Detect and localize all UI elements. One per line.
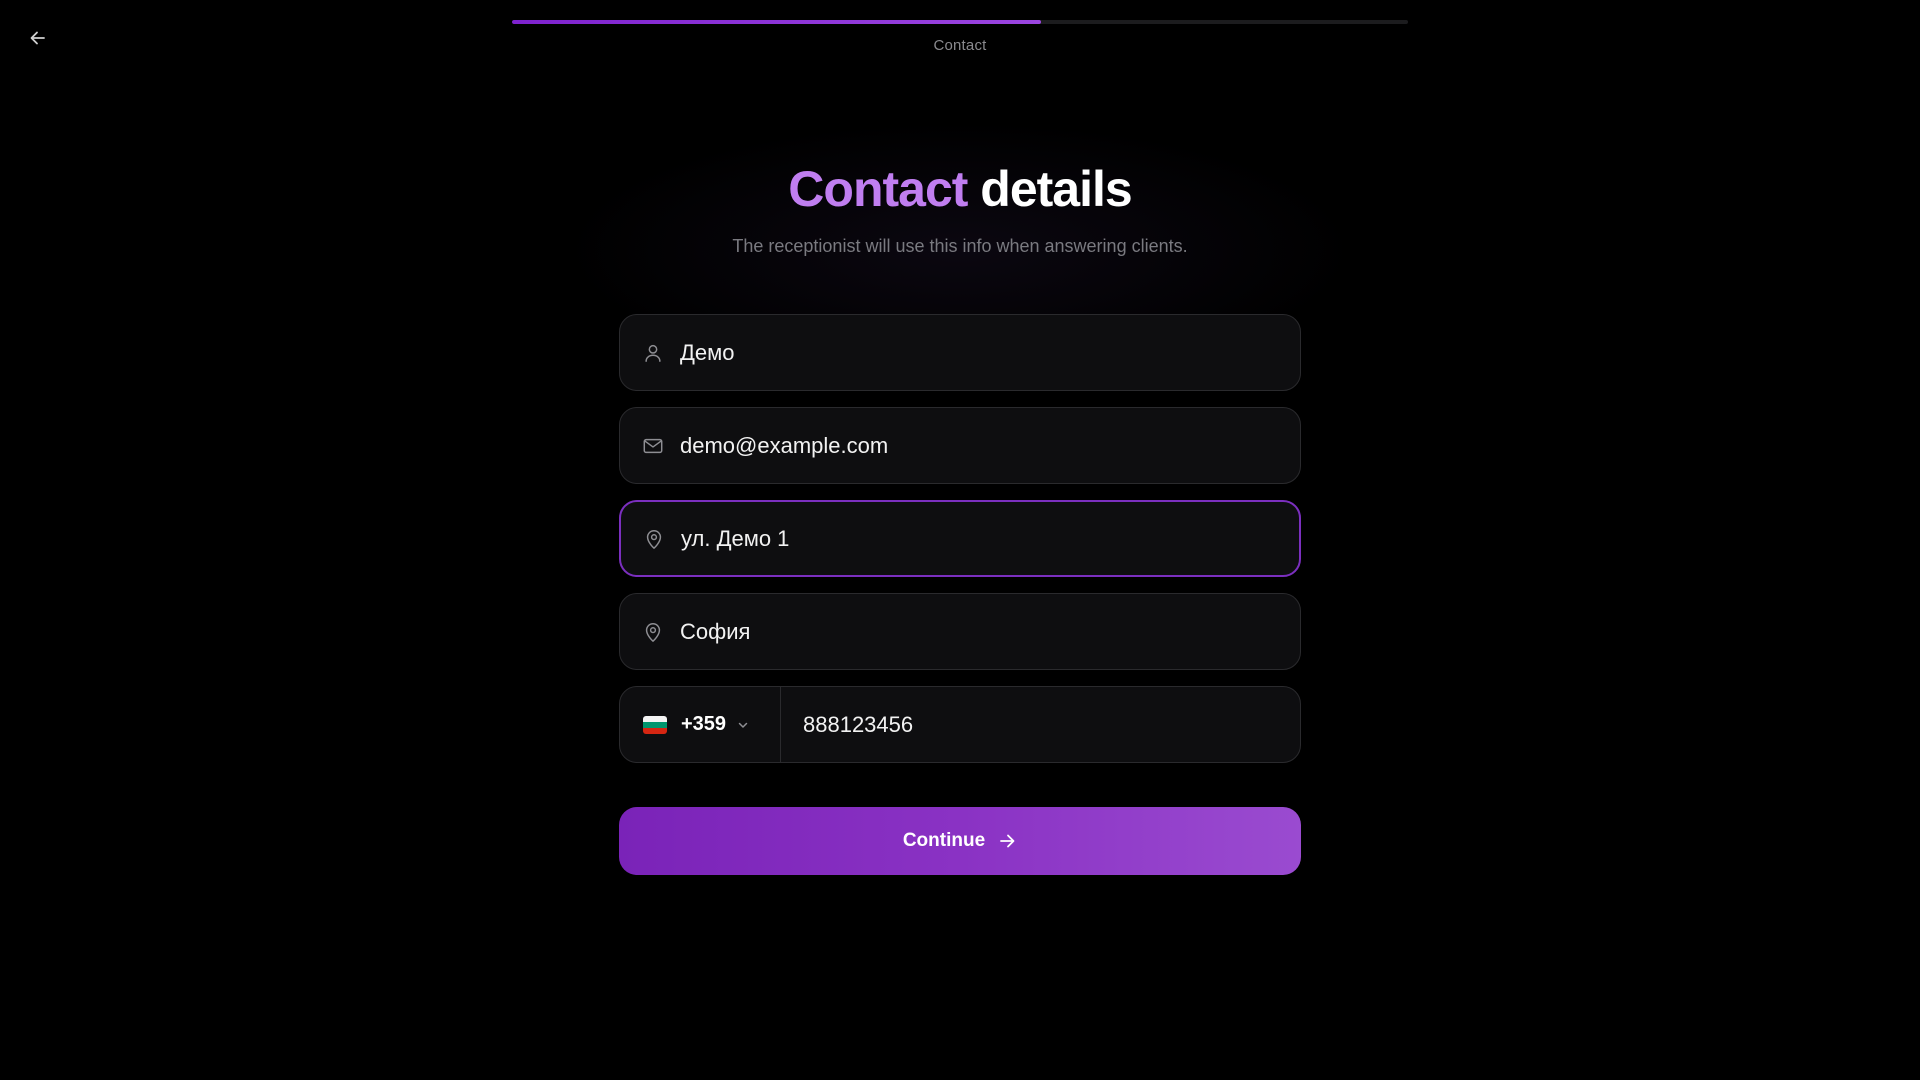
name-input[interactable]: [680, 315, 1300, 390]
country-code-select[interactable]: +359: [620, 687, 781, 762]
mail-icon: [640, 433, 666, 459]
progress-fill: [512, 20, 1041, 24]
page-title: Contact details: [0, 160, 1920, 218]
email-field[interactable]: [619, 407, 1301, 484]
page-subtitle: The receptionist will use this info when…: [732, 236, 1188, 256]
arrow-left-icon: [30, 31, 45, 45]
back-button[interactable]: [24, 24, 52, 52]
dial-code: +359: [681, 713, 727, 735]
city-field[interactable]: [619, 593, 1301, 670]
name-field[interactable]: [619, 314, 1301, 391]
page: Contact Contact details The receptionist…: [0, 0, 1920, 1080]
contact-form: +359: [619, 314, 1301, 779]
page-title-rest: details: [967, 161, 1132, 217]
phone-field: +359: [619, 686, 1301, 763]
continue-button[interactable]: Continue: [619, 807, 1301, 875]
step-label: Contact: [933, 37, 987, 54]
progress-track: [512, 20, 1408, 24]
address-field[interactable]: [619, 500, 1301, 577]
map-pin-icon: [641, 526, 667, 552]
continue-label: Continue: [902, 830, 986, 851]
map-pin-icon: [640, 619, 666, 645]
arrow-right-icon: [997, 831, 1017, 851]
email-input[interactable]: [680, 408, 1300, 483]
bulgaria-flag-icon: [643, 715, 667, 734]
chevron-down-icon: [736, 718, 750, 732]
phone-number-input[interactable]: [781, 687, 1300, 762]
city-input[interactable]: [680, 594, 1300, 669]
page-title-accent: Contact: [788, 161, 968, 217]
progress-indicator: Contact: [512, 20, 1408, 54]
address-input[interactable]: [681, 502, 1299, 575]
user-icon: [640, 340, 666, 366]
